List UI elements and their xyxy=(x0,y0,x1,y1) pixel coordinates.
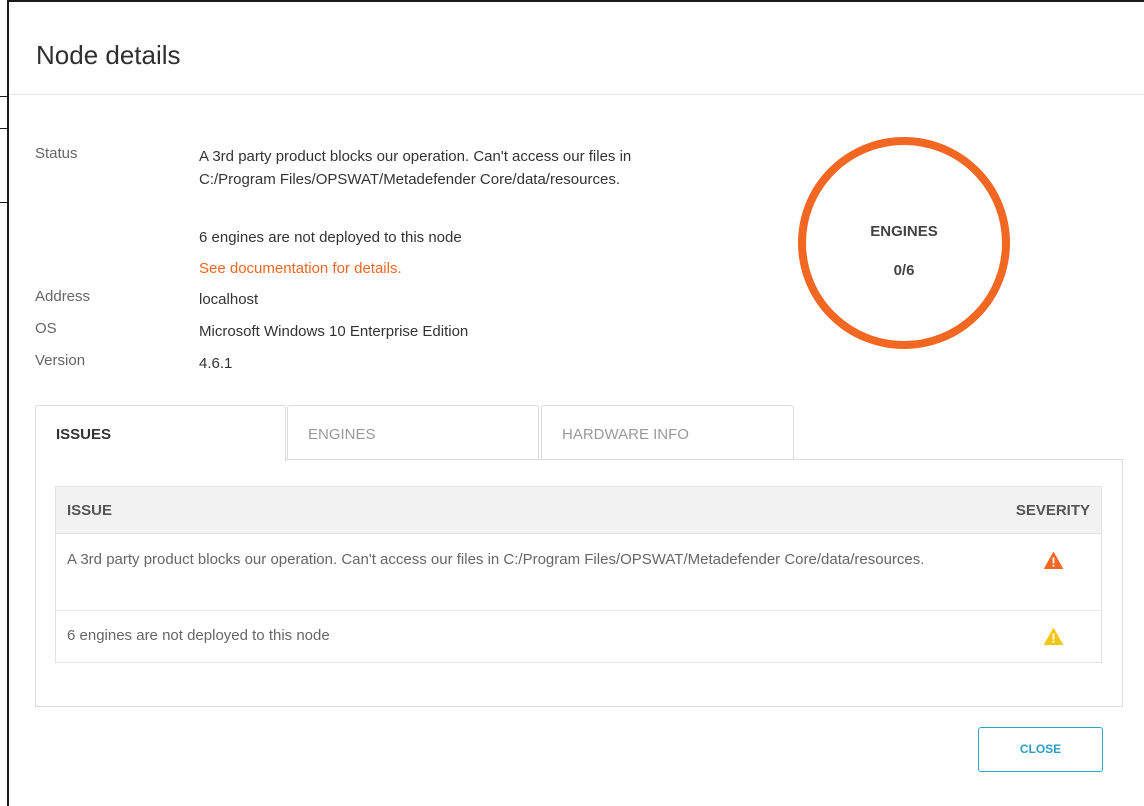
issues-tab-panel: ISSUE SEVERITY A 3rd party product block… xyxy=(35,459,1123,707)
engines-ring: ENGINES 0/6 xyxy=(798,137,1010,349)
status-message: A 3rd party product blocks our operation… xyxy=(199,148,632,188)
warning-triangle-icon xyxy=(1044,628,1063,645)
node-details-dialog: Node details Status A 3rd party product … xyxy=(9,2,1144,806)
table-header: ISSUE SEVERITY xyxy=(56,487,1101,534)
status-label: Status xyxy=(35,145,78,162)
tab-hardware-info[interactable]: HARDWARE INFO xyxy=(541,405,794,460)
issue-text: A 3rd party product blocks our operation… xyxy=(67,551,925,568)
version-label: Version xyxy=(35,352,86,369)
engines-ring-label: ENGINES xyxy=(870,223,938,240)
column-header-issue: ISSUE xyxy=(67,502,113,519)
issues-table: ISSUE SEVERITY A 3rd party product block… xyxy=(55,486,1102,663)
issue-text: 6 engines are not deployed to this node xyxy=(67,627,330,644)
address-value: localhost xyxy=(199,291,259,308)
version-value: 4.6.1 xyxy=(199,355,233,372)
address-label: Address xyxy=(35,288,91,305)
close-button[interactable]: CLOSE xyxy=(978,727,1103,772)
column-header-severity: SEVERITY xyxy=(1015,502,1090,519)
os-value: Microsoft Windows 10 Enterprise Edition xyxy=(199,323,469,340)
table-row: A 3rd party product blocks our operation… xyxy=(56,534,1101,611)
table-row: 6 engines are not deployed to this node xyxy=(56,611,1101,662)
engines-message: 6 engines are not deployed to this node xyxy=(199,229,462,246)
warning-triangle-icon xyxy=(1044,552,1063,569)
tab-engines[interactable]: ENGINES xyxy=(287,405,539,460)
window-left-border xyxy=(0,0,9,806)
documentation-link[interactable]: See documentation for details. xyxy=(199,260,402,277)
dialog-title: Node details xyxy=(36,40,181,70)
os-label: OS xyxy=(35,320,57,337)
tab-issues[interactable]: ISSUES xyxy=(35,405,286,462)
title-divider xyxy=(9,94,1144,95)
engines-ring-value: 0/6 xyxy=(893,262,915,279)
